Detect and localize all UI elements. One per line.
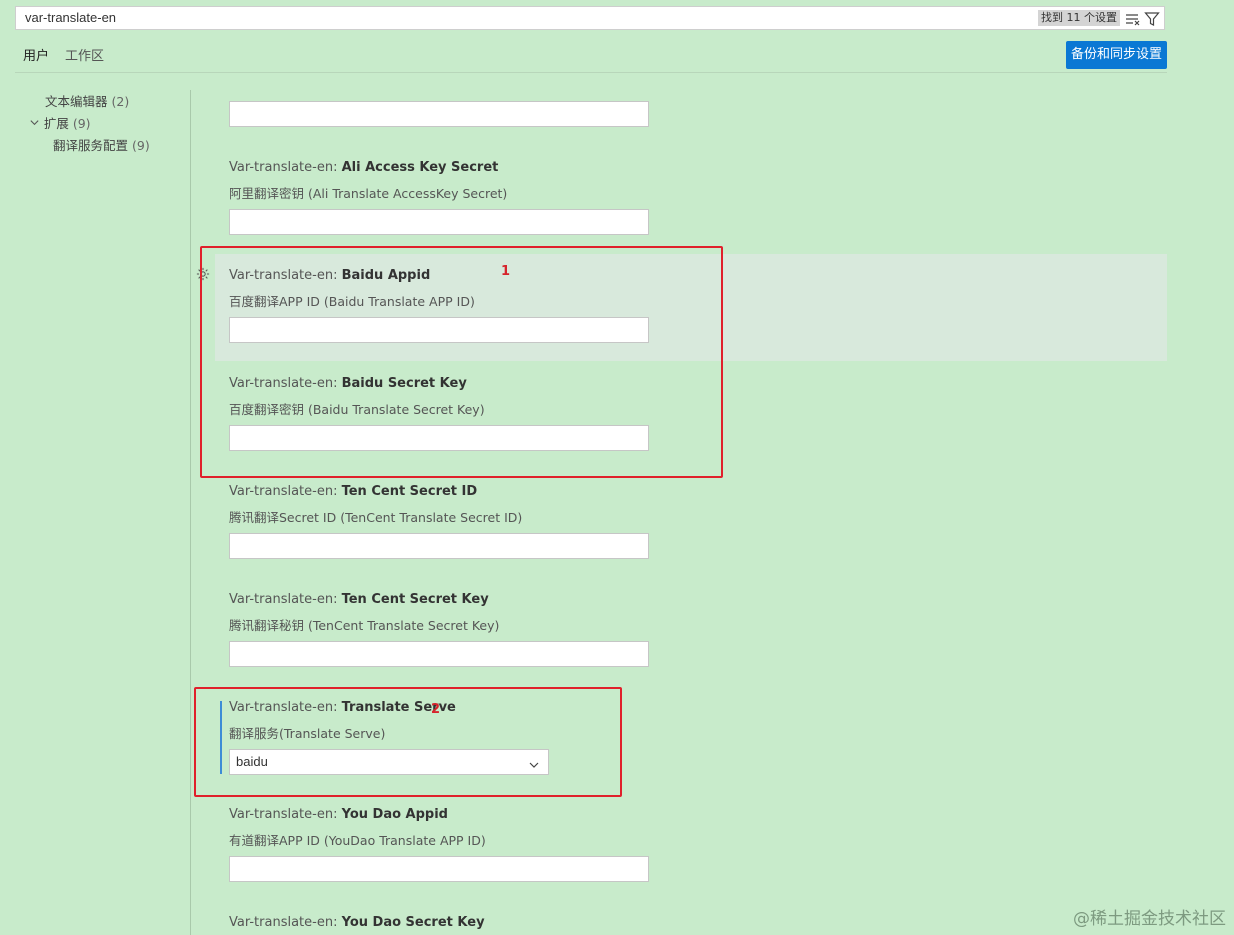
toc-item-translate-config[interactable]: 翻译服务配置 (9)	[53, 135, 150, 154]
toc-separator	[190, 90, 191, 935]
annotation-box-2	[194, 687, 622, 797]
setting-description: 腾讯翻译Secret ID (TenCent Translate Secret …	[229, 510, 523, 525]
backup-sync-button[interactable]: 备份和同步设置	[1066, 41, 1167, 69]
setting-key: You Dao Appid	[341, 807, 448, 822]
setting-key: Ten Cent Secret ID	[341, 484, 478, 499]
setting-title: Var-translate-en: You Dao Secret Key	[229, 915, 485, 930]
toc-label: 文本编辑器	[45, 94, 108, 109]
toc-item-extensions[interactable]: 扩展 (9)	[29, 113, 91, 132]
annotation-box-1	[200, 246, 723, 478]
setting-category: Var-translate-en:	[229, 915, 342, 930]
setting-key: You Dao Secret Key	[341, 915, 485, 930]
tab-user[interactable]: 用户	[23, 48, 50, 73]
toc-label: 翻译服务配置	[53, 138, 129, 153]
chevron-down-icon[interactable]	[29, 117, 44, 131]
setting-key: Ten Cent Secret Key	[341, 592, 489, 607]
setting-category: Var-translate-en:	[229, 592, 342, 607]
tencent-secret-key-input[interactable]	[229, 641, 649, 667]
setting-description: 阿里翻译密钥 (Ali Translate AccessKey Secret)	[229, 186, 508, 201]
toc-count: (9)	[132, 138, 150, 153]
tencent-secret-id-input[interactable]	[229, 533, 649, 559]
setting-description: 腾讯翻译秘钥 (TenCent Translate Secret Key)	[229, 618, 500, 633]
setting-title: Var-translate-en: You Dao Appid	[229, 807, 448, 822]
ali-access-key-secret-input[interactable]	[229, 209, 649, 235]
tab-divider	[15, 72, 1167, 73]
watermark: @稀土掘金技术社区	[1073, 909, 1226, 929]
toc-label: 扩展	[43, 116, 69, 131]
youdao-appid-input[interactable]	[229, 856, 649, 882]
setting-category: Var-translate-en:	[229, 484, 342, 499]
setting-category: Var-translate-en:	[229, 160, 342, 175]
setting-category: Var-translate-en:	[229, 807, 342, 822]
annotation-number-2: 2	[431, 702, 441, 717]
filter-icon[interactable]	[1144, 11, 1160, 27]
setting-title: Var-translate-en: Ten Cent Secret ID	[229, 484, 477, 499]
setting-title: Var-translate-en: Ten Cent Secret Key	[229, 592, 489, 607]
toc-item-text-editor[interactable]: 文本编辑器 (2)	[45, 91, 129, 110]
setting-description: 有道翻译APP ID (YouDao Translate APP ID)	[229, 833, 486, 848]
setting-title: Var-translate-en: Ali Access Key Secret	[229, 160, 498, 175]
settings-search-box[interactable]: 找到 11 个设置	[15, 6, 1165, 30]
settings-search-input[interactable]	[25, 10, 925, 25]
clear-filter-icon[interactable]	[1124, 11, 1140, 27]
toc-count: (2)	[111, 94, 130, 109]
search-result-count: 找到 11 个设置	[1038, 10, 1120, 26]
tab-workspace[interactable]: 工作区	[65, 48, 104, 72]
annotation-number-1: 1	[501, 264, 511, 279]
toc-count: (9)	[72, 116, 91, 131]
setting-key: Ali Access Key Secret	[341, 160, 499, 175]
setting-input-partial[interactable]	[229, 101, 649, 127]
